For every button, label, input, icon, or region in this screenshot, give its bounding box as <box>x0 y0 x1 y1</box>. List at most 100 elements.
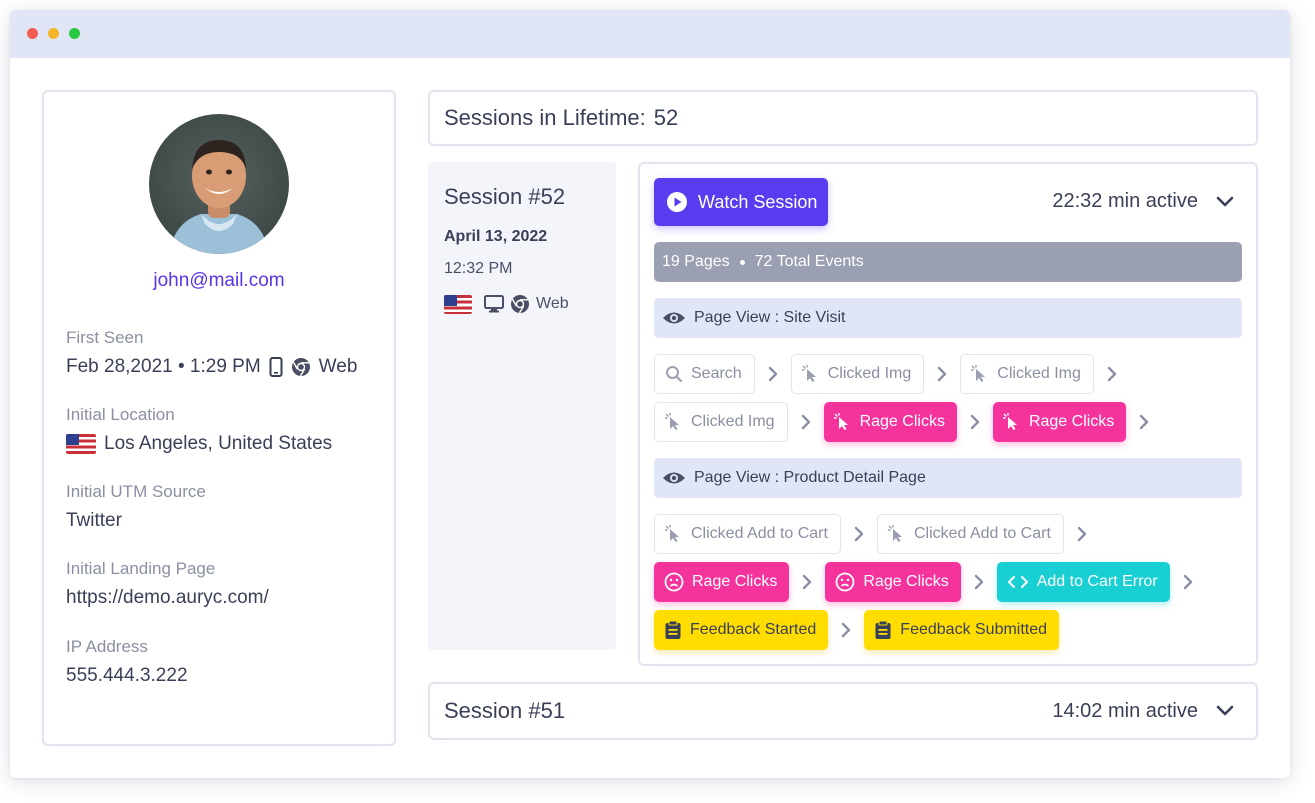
event-row: Feedback Started Feedback Submitted <box>654 610 1060 650</box>
chevron-right-icon <box>1126 413 1162 431</box>
event-row: Rage Clicks Rage Clicks Add to Cart Erro… <box>654 562 1206 602</box>
event-label: Feedback Submitted <box>900 621 1048 638</box>
initial-utm-source-value: Twitter <box>66 510 122 531</box>
event-row: Search Clicked Img Clicked Img <box>654 354 1130 394</box>
close-window-button[interactable] <box>27 28 38 39</box>
cursor-icon <box>1002 413 1021 431</box>
title-bar <box>10 10 1290 58</box>
session-events-panel: Watch Session 22:32 min active 19 Pages … <box>638 162 1258 666</box>
maximize-window-button[interactable] <box>69 28 80 39</box>
search-icon <box>665 365 683 383</box>
event-label: Clicked Img <box>691 413 775 430</box>
event-rage-clicks-chip[interactable]: Rage Clicks <box>825 562 961 602</box>
sessions-lifetime-bar: Sessions in Lifetime: 52 <box>428 90 1258 146</box>
chevron-right-icon <box>841 525 877 543</box>
first-seen-platform: Web <box>318 356 358 377</box>
chevron-right-icon <box>957 413 993 431</box>
initial-landing-page-field: Initial Landing Page https://demo.auryc.… <box>66 559 386 609</box>
user-email-link[interactable]: john@mail.com <box>44 270 394 292</box>
chevron-right-icon <box>755 365 791 383</box>
session-51-row[interactable]: Session #51 14:02 min active <box>428 682 1258 740</box>
chevron-right-icon <box>788 413 824 431</box>
sessions-lifetime-label: Sessions in Lifetime: <box>444 105 646 130</box>
chevron-right-icon <box>1094 365 1130 383</box>
chevron-right-icon <box>961 573 997 591</box>
user-profile-card: john@mail.com First Seen Feb 28,2021 • 1… <box>42 90 396 746</box>
cursor-icon <box>665 525 683 543</box>
cursor-icon <box>801 365 820 383</box>
event-rage-clicks-chip[interactable]: Rage Clicks <box>992 402 1127 442</box>
event-label: Add to Cart Error <box>1036 573 1158 590</box>
event-label: Rage Clicks <box>859 413 945 430</box>
chevron-down-icon[interactable] <box>1216 705 1234 717</box>
event-row: Clicked Add to Cart Clicked Add to Cart <box>654 514 1100 554</box>
initial-location-field: Initial Location Los Angeles, United Sta… <box>66 405 386 455</box>
event-clicked-img-chip[interactable]: Clicked Img <box>790 354 925 394</box>
frown-icon <box>664 572 684 592</box>
first-seen-field: First Seen Feb 28,2021 • 1:29 PM Web <box>66 328 386 378</box>
session-active-time: 22:32 min active <box>1052 190 1198 212</box>
event-clicked-img-chip[interactable]: Clicked Img <box>654 402 788 442</box>
initial-landing-page-value[interactable]: https://demo.auryc.com/ <box>66 587 269 609</box>
cursor-icon <box>971 365 989 383</box>
event-rage-clicks-chip[interactable]: Rage Clicks <box>823 402 957 442</box>
frown-icon <box>835 572 855 592</box>
page-view-header[interactable]: Page View : Site Visit <box>654 298 1242 338</box>
session-active-time: 14:02 min active <box>1052 699 1198 722</box>
session-platform: Web <box>536 295 569 312</box>
chevron-right-icon <box>1170 573 1206 591</box>
page-view-label: Page View : Product Detail Page <box>694 469 926 486</box>
event-feedback-started-chip[interactable]: Feedback Started <box>654 610 829 650</box>
chevron-right-icon <box>924 365 960 383</box>
session-title: Session #51 <box>444 698 566 723</box>
code-icon <box>1007 574 1029 590</box>
desktop-icon <box>484 295 504 313</box>
us-flag-icon <box>66 434 96 454</box>
event-rage-clicks-chip[interactable]: Rage Clicks <box>654 562 790 602</box>
event-row: Clicked Img Rage Clicks Rage Clicks <box>654 402 1162 442</box>
initial-utm-source-label: Initial UTM Source <box>66 482 206 501</box>
session-title: Session #52 <box>444 184 566 209</box>
session-date: April 13, 2022 <box>444 228 548 245</box>
session-active-toggle[interactable]: 22:32 min active <box>1052 190 1234 213</box>
cursor-icon <box>833 413 852 431</box>
event-label: Clicked Add to Cart <box>691 525 828 542</box>
chrome-icon <box>510 294 530 314</box>
event-clicked-add-to-cart-chip[interactable]: Clicked Add to Cart <box>876 514 1064 554</box>
initial-landing-page-label: Initial Landing Page <box>66 559 216 578</box>
session-time: 12:32 PM <box>444 260 513 277</box>
event-clicked-img-chip[interactable]: Clicked Img <box>960 354 1094 394</box>
event-label: Feedback Started <box>690 621 817 638</box>
session-summary-bar: 19 Pages 72 Total Events <box>654 242 1242 282</box>
ip-address-field: IP Address 555.444.3.222 <box>66 637 386 687</box>
ip-address-label: IP Address <box>66 637 148 656</box>
sessions-lifetime-count: 52 <box>653 105 679 130</box>
chevron-right-icon <box>828 621 864 639</box>
separator-dot <box>739 259 745 265</box>
first-seen-label: First Seen <box>66 328 144 347</box>
event-add-to-cart-error-chip[interactable]: Add to Cart Error <box>996 562 1170 602</box>
event-label: Rage Clicks <box>1028 413 1115 430</box>
ip-address-value: 555.444.3.222 <box>66 665 188 686</box>
event-label: Search <box>691 365 742 382</box>
event-search-chip[interactable]: Search <box>654 354 755 394</box>
mobile-icon <box>269 357 283 377</box>
play-icon <box>666 191 688 213</box>
watch-session-button[interactable]: Watch Session <box>654 178 828 226</box>
minimize-window-button[interactable] <box>48 28 59 39</box>
chevron-down-icon[interactable] <box>1216 196 1234 208</box>
event-feedback-submitted-chip[interactable]: Feedback Submitted <box>864 610 1060 650</box>
session-info-panel: Session #52 April 13, 2022 12:32 PM Web <box>428 162 616 650</box>
initial-location-label: Initial Location <box>66 405 175 424</box>
us-flag-icon <box>444 294 472 314</box>
avatar <box>149 114 289 254</box>
page-view-header[interactable]: Page View : Product Detail Page <box>654 458 1242 498</box>
clipboard-icon <box>874 620 892 640</box>
cursor-icon <box>887 525 906 543</box>
event-label: Clicked Img <box>827 365 912 382</box>
event-label: Rage Clicks <box>863 573 949 590</box>
event-clicked-add-to-cart-chip[interactable]: Clicked Add to Cart <box>654 514 841 554</box>
chrome-icon <box>291 357 311 377</box>
events-count: 72 Total Events <box>754 253 864 270</box>
watch-session-label: Watch Session <box>698 191 818 212</box>
